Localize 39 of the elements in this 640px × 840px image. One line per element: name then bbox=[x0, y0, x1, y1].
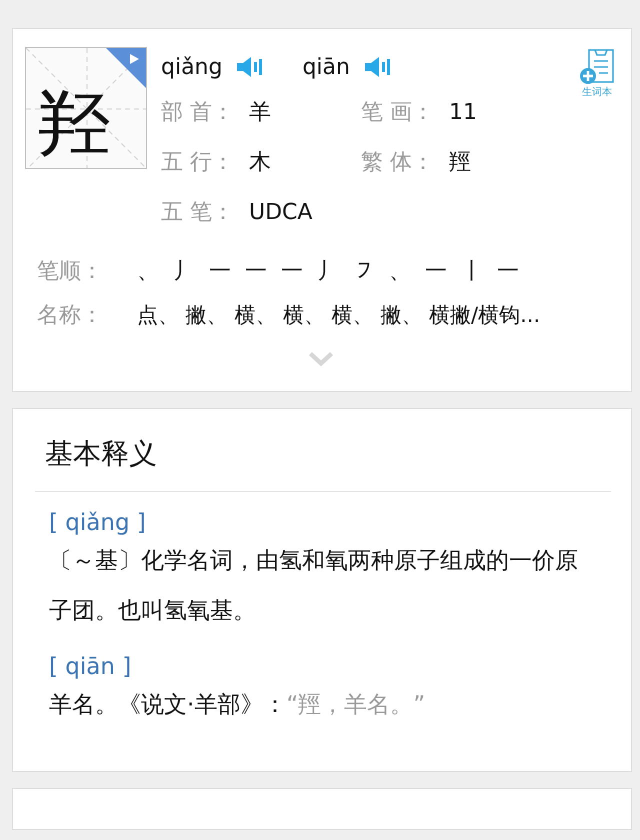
stroke-glyph: 、 bbox=[137, 258, 160, 286]
pinyin: qiǎng bbox=[161, 54, 222, 80]
fact-label: 繁 体： bbox=[361, 149, 435, 177]
character-glyph: 羟 bbox=[38, 86, 110, 158]
stroke-glyph: 丨 bbox=[461, 258, 484, 286]
pinyin-heading: [ qiǎng ] bbox=[49, 510, 147, 536]
character-tile[interactable]: 羟 bbox=[25, 47, 147, 169]
stroke-glyph: 丿 bbox=[173, 258, 196, 286]
fact-value: UDCA bbox=[249, 200, 312, 224]
pinyin-heading: [ qiān ] bbox=[49, 654, 132, 680]
stroke-glyph: 丿 bbox=[317, 258, 340, 286]
stroke-names: 点、 撇、 横、 横、 横、 撇、 横撇/横钩... bbox=[137, 302, 540, 330]
stroke-glyph: 一 bbox=[209, 258, 232, 286]
fact-value: 羥 bbox=[449, 149, 471, 177]
speaker-icon[interactable] bbox=[236, 56, 262, 78]
quote-text: “羥，羊名。” bbox=[286, 692, 426, 718]
play-icon[interactable] bbox=[106, 48, 146, 88]
stroke-names-label: 名称： bbox=[37, 302, 104, 330]
stroke-glyph: 一 bbox=[245, 258, 268, 286]
pinyin: qiān bbox=[302, 54, 350, 80]
definition-text: 羊名。《说文·羊部》： bbox=[49, 692, 286, 718]
stroke-glyph: ㇇ bbox=[353, 258, 376, 286]
stroke-glyph: 一 bbox=[497, 258, 520, 286]
fact-value: 11 bbox=[449, 100, 477, 124]
section-title: 基本释义 bbox=[35, 427, 611, 492]
expand-chevron-icon[interactable] bbox=[306, 351, 336, 367]
fact-value: 木 bbox=[249, 149, 271, 177]
fact-label: 笔 画： bbox=[361, 99, 435, 127]
stroke-glyph: 一 bbox=[425, 258, 448, 286]
fact-label: 部 首： bbox=[161, 99, 235, 127]
speaker-icon[interactable] bbox=[364, 56, 390, 78]
wordbook-add-icon[interactable] bbox=[579, 49, 615, 85]
fact-label: 五 行： bbox=[161, 149, 235, 177]
fact-value: 羊 bbox=[249, 99, 271, 127]
fact-label: 五 笔： bbox=[161, 199, 235, 227]
stroke-order-label: 笔顺： bbox=[37, 258, 104, 286]
stroke-glyph: 、 bbox=[389, 258, 412, 286]
stroke-glyph: 一 bbox=[281, 258, 304, 286]
definition-text: 〔～基〕化学名词，由氢和氧两种原子组成的一价原子团。也叫氢氧基。 bbox=[49, 548, 578, 624]
